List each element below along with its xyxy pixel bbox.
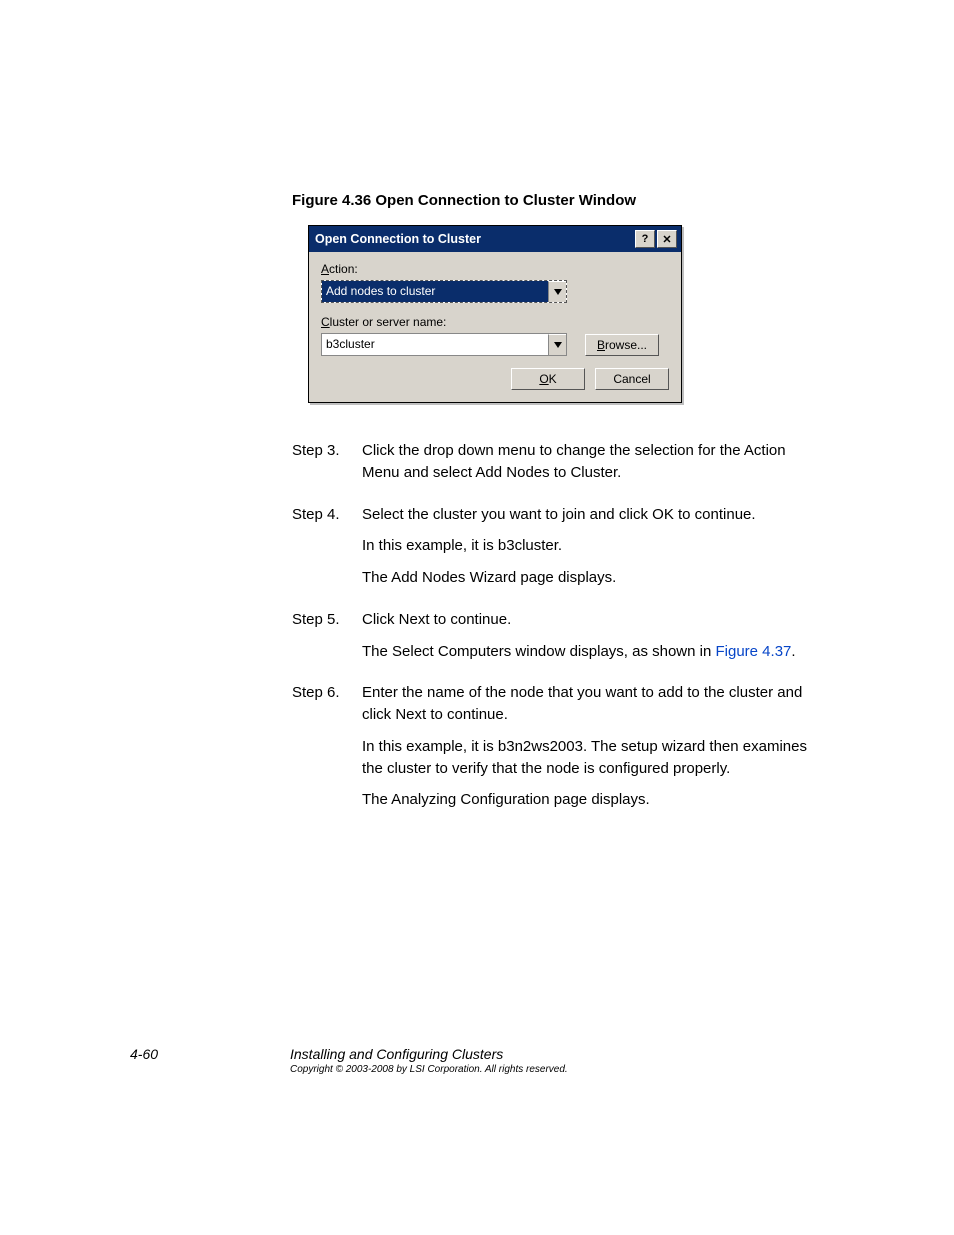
step-text: Enter the name of the node that you want…: [362, 682, 814, 726]
action-combo[interactable]: Add nodes to cluster: [321, 280, 567, 303]
step-label: Step 3.: [292, 440, 362, 494]
step-label: Step 4.: [292, 504, 362, 599]
page-footer: 4-60 Installing and Configuring Clusters…: [130, 1046, 830, 1075]
footer-title: Installing and Configuring Clusters: [290, 1046, 568, 1062]
step-text: The Add Nodes Wizard page displays.: [362, 567, 814, 589]
action-label: Action:: [321, 262, 669, 276]
step-text: The Analyzing Configuration page display…: [362, 789, 814, 811]
step-5: Step 5. Click Next to continue. The Sele…: [292, 609, 814, 673]
step-text: Select the cluster you want to join and …: [362, 504, 814, 526]
step-4: Step 4. Select the cluster you want to j…: [292, 504, 814, 599]
server-combo[interactable]: b3cluster: [321, 333, 567, 356]
close-icon[interactable]: ✕: [657, 230, 677, 248]
dialog-titlebar: Open Connection to Cluster ? ✕: [309, 226, 681, 252]
step-text: The Select Computers window displays, as…: [362, 641, 814, 663]
cancel-button[interactable]: Cancel: [595, 368, 669, 390]
step-3: Step 3. Click the drop down menu to chan…: [292, 440, 814, 494]
open-connection-dialog: Open Connection to Cluster ? ✕ Action: A…: [308, 225, 682, 403]
copyright: Copyright © 2003-2008 by LSI Corporation…: [290, 1064, 568, 1075]
server-combo-text: b3cluster: [322, 334, 548, 355]
step-label: Step 5.: [292, 609, 362, 673]
chevron-down-icon[interactable]: [548, 281, 566, 302]
help-icon[interactable]: ?: [635, 230, 655, 248]
page-number: 4-60: [130, 1046, 290, 1062]
step-text: Click the drop down menu to change the s…: [362, 440, 814, 484]
server-label: Cluster or server name:: [321, 315, 669, 329]
chevron-down-icon[interactable]: [548, 334, 566, 355]
figure-link[interactable]: Figure 4.37: [716, 643, 792, 660]
steps-block: Step 3. Click the drop down menu to chan…: [292, 440, 814, 831]
step-6: Step 6. Enter the name of the node that …: [292, 682, 814, 821]
figure-caption: Figure 4.36 Open Connection to Cluster W…: [292, 192, 636, 209]
action-combo-text: Add nodes to cluster: [322, 281, 548, 302]
step-text: In this example, it is b3cluster.: [362, 535, 814, 557]
step-text: Click Next to continue.: [362, 609, 814, 631]
step-label: Step 6.: [292, 682, 362, 821]
dialog-title: Open Connection to Cluster: [315, 232, 481, 246]
step-text: In this example, it is b3n2ws2003. The s…: [362, 736, 814, 780]
ok-button[interactable]: OK: [511, 368, 585, 390]
browse-button[interactable]: Browse...: [585, 334, 659, 356]
